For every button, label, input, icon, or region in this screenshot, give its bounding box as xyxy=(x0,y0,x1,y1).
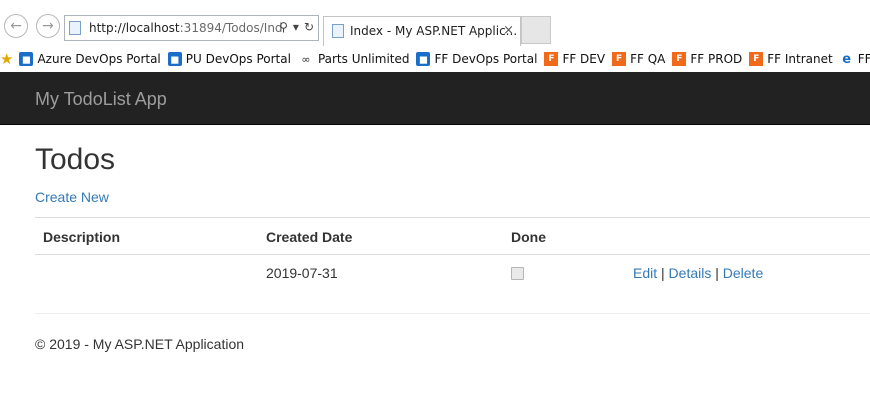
dropdown-icon[interactable]: ▾ xyxy=(293,20,299,34)
favorite-pu-devops-portal[interactable]: ◼ PU DevOps Portal xyxy=(167,52,291,66)
devops-icon: ◼ xyxy=(167,52,182,66)
forward-button[interactable]: → xyxy=(36,14,60,38)
new-tab-button[interactable] xyxy=(521,16,551,44)
todo-created-date: 2019-07-31 xyxy=(266,265,338,281)
browser-chrome: ← → http://localhost:31894/Todos/Ind ⚲ ▾… xyxy=(0,0,870,46)
favorites-bar: ★ ◼ Azure DevOps Portal ◼ PU DevOps Portal… xyxy=(0,46,870,72)
parts-icon: ∞ xyxy=(301,52,311,66)
column-header-done: Done xyxy=(511,229,546,245)
ff-icon: F xyxy=(749,52,764,66)
action-separator: | xyxy=(661,265,665,281)
search-icon[interactable]: ⚲ xyxy=(279,20,288,34)
favorite-azure-devops-portal[interactable]: ◼ Azure DevOps Portal xyxy=(19,52,161,66)
app-brand-link[interactable]: My TodoList App xyxy=(35,89,167,110)
devops-icon: ◼ xyxy=(19,52,34,66)
favorite-parts-unlimited[interactable]: ∞ Parts Unlimited xyxy=(298,52,409,66)
address-bar[interactable]: http://localhost:31894/Todos/Ind ⚲ ▾ ↻ xyxy=(64,15,319,41)
address-url[interactable]: http://localhost:31894/Todos/Ind xyxy=(89,21,283,35)
close-tab-icon[interactable]: × xyxy=(503,23,514,38)
favorite-ff-customer[interactable]: eFF Custome xyxy=(840,51,870,67)
create-new-link[interactable]: Create New xyxy=(35,189,109,205)
ie-icon: e xyxy=(842,51,852,67)
ff-icon: F xyxy=(672,52,687,66)
tab-favicon-icon xyxy=(332,24,344,38)
favorite-ff-devops-portal[interactable]: ◼ FF DevOps Portal xyxy=(416,52,537,66)
devops-icon: ◼ xyxy=(416,52,431,66)
delete-link[interactable]: Delete xyxy=(723,265,763,281)
page-icon xyxy=(69,21,81,35)
details-link[interactable]: Details xyxy=(669,265,712,281)
favorites-star-icon[interactable]: ★ xyxy=(0,51,13,67)
footer-text: © 2019 - My ASP.NET Application xyxy=(35,336,245,352)
refresh-icon[interactable]: ↻ xyxy=(304,20,314,34)
row-actions: Edit | Details | Delete xyxy=(633,265,763,281)
table-header-border xyxy=(35,254,870,255)
page-title: Todos xyxy=(35,143,116,176)
ff-icon: F xyxy=(544,52,559,66)
address-tools: ⚲ ▾ ↻ xyxy=(279,20,314,34)
forward-icon: → xyxy=(42,18,54,34)
back-icon: ← xyxy=(10,18,22,34)
edit-link[interactable]: Edit xyxy=(633,265,657,281)
app-navbar: My TodoList App xyxy=(0,72,870,125)
tab-title: Index - My ASP.NET Applic... xyxy=(350,24,518,38)
browser-tab-active[interactable]: Index - My ASP.NET Applic... × xyxy=(323,16,521,46)
ff-icon: F xyxy=(612,52,627,66)
favorite-ff-dev[interactable]: F FF DEV xyxy=(544,52,605,66)
back-button[interactable]: ← xyxy=(4,14,28,38)
favorite-ff-intranet[interactable]: F FF Intranet xyxy=(749,52,833,66)
column-header-created-date: Created Date xyxy=(266,229,353,245)
done-checkbox xyxy=(511,267,524,280)
action-separator: | xyxy=(715,265,719,281)
favorite-ff-prod[interactable]: F FF PROD xyxy=(672,52,742,66)
table-top-border xyxy=(35,217,870,218)
column-header-description: Description xyxy=(43,229,121,245)
favorite-ff-qa[interactable]: F FF QA xyxy=(612,52,665,66)
footer-divider xyxy=(35,313,870,314)
